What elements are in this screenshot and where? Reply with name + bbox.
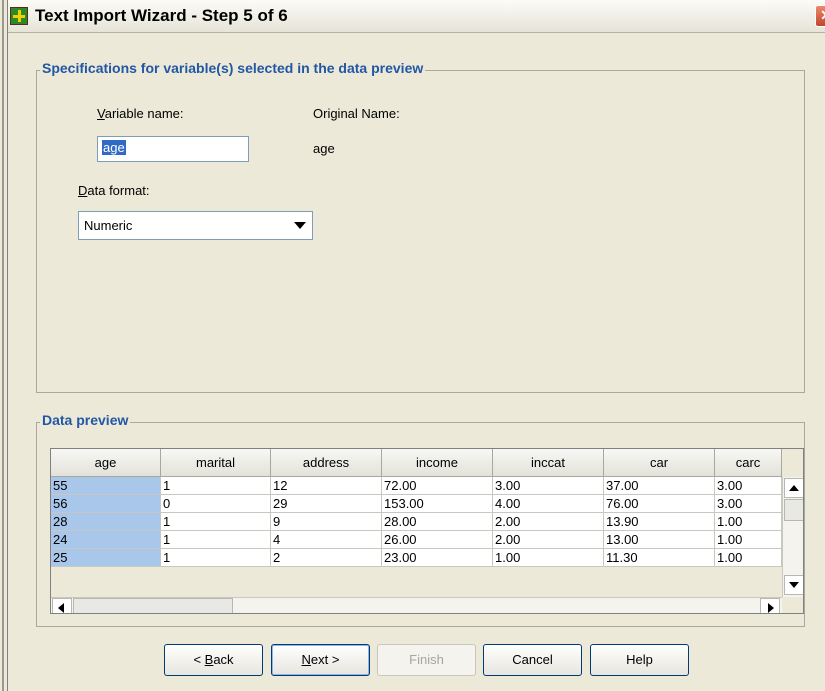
table-cell[interactable]: 12 [271, 477, 382, 495]
table-cell[interactable]: 55 [51, 477, 161, 495]
table-cell[interactable]: 72.00 [382, 477, 493, 495]
data-preview-grid[interactable]: carc car inccat income address marital age 55 1… [50, 448, 804, 614]
scrollbar-corner [782, 597, 803, 613]
table-cell[interactable]: 24 [51, 531, 161, 549]
table-cell[interactable]: 13.00 [604, 531, 715, 549]
column-header-1[interactable]: marital [161, 449, 271, 477]
data-format-value: Numeric [84, 218, 133, 233]
data-preview-legend: Data preview [40, 412, 131, 428]
table-cell[interactable]: 1 [161, 549, 271, 567]
table-cell[interactable]: 4 [271, 531, 382, 549]
table-cell[interactable]: 1.00 [715, 549, 782, 567]
close-icon: ✕ [820, 7, 825, 23]
table-cell[interactable]: 76.00 [604, 495, 715, 513]
window-title: Text Import Wizard - Step 5 of 6 [35, 6, 288, 25]
table-cell[interactable]: 37.00 [604, 477, 715, 495]
app-icon [10, 7, 28, 25]
table-cell[interactable]: 2.00 [493, 513, 604, 531]
table-cell[interactable]: 3.00 [493, 477, 604, 495]
table-cell[interactable]: 0 [161, 495, 271, 513]
vertical-scroll-thumb[interactable] [784, 499, 803, 521]
vertical-scrollbar[interactable] [782, 477, 803, 597]
text-import-wizard-window: Text Import Wizard - Step 5 of 6 ✕ Speci… [0, 0, 825, 691]
cancel-button[interactable]: Cancel [483, 644, 582, 676]
scroll-left-button[interactable] [52, 598, 72, 613]
table-cell[interactable]: 153.00 [382, 495, 493, 513]
finish-button[interactable]: Finish [377, 644, 476, 676]
scroll-up-button[interactable] [784, 478, 803, 498]
next-button[interactable]: Next > [271, 644, 370, 676]
table-cell[interactable]: 13.90 [604, 513, 715, 531]
table-cell[interactable]: 2.00 [493, 531, 604, 549]
original-name-value: age [313, 141, 335, 156]
title-bar[interactable]: Text Import Wizard - Step 5 of 6 ✕ [8, 0, 825, 33]
table-cell[interactable]: 29 [271, 495, 382, 513]
chevron-down-icon [294, 222, 306, 229]
table-cell[interactable]: 1 [161, 531, 271, 549]
original-name-label: Original Name: [313, 106, 400, 121]
table-cell[interactable]: 1.00 [493, 549, 604, 567]
column-header-0[interactable]: age [51, 449, 161, 477]
arrow-up-icon [789, 485, 799, 491]
variable-name-value: age [102, 140, 126, 155]
variable-name-label: Variable name: [97, 106, 184, 121]
help-button[interactable]: Help [590, 644, 689, 676]
arrow-left-icon [58, 603, 64, 613]
column-header-4[interactable]: inccat [493, 449, 604, 477]
table-cell[interactable]: 1 [161, 513, 271, 531]
table-cell[interactable]: 1.00 [715, 531, 782, 549]
table-cell[interactable]: 4.00 [493, 495, 604, 513]
table-cell[interactable]: 11.30 [604, 549, 715, 567]
table-cell[interactable]: 26.00 [382, 531, 493, 549]
variable-name-input[interactable]: age [97, 136, 249, 162]
specifications-legend: Specifications for variable(s) selected … [40, 60, 426, 76]
table-cell[interactable]: 9 [271, 513, 382, 531]
table-cell[interactable]: 2 [271, 549, 382, 567]
table-cell[interactable]: 28.00 [382, 513, 493, 531]
horizontal-scroll-thumb[interactable] [73, 598, 233, 613]
column-header-6[interactable]: carc [715, 449, 782, 477]
close-button[interactable]: ✕ [815, 5, 825, 27]
scroll-down-button[interactable] [784, 575, 803, 595]
horizontal-scrollbar[interactable] [51, 597, 782, 613]
table-cell[interactable]: 1.00 [715, 513, 782, 531]
table-cell[interactable]: 23.00 [382, 549, 493, 567]
table-cell[interactable]: 3.00 [715, 495, 782, 513]
column-header-3[interactable]: income [382, 449, 493, 477]
table-cell[interactable]: 3.00 [715, 477, 782, 495]
scroll-right-button[interactable] [760, 598, 780, 613]
back-button[interactable]: < Back [164, 644, 263, 676]
table-cell[interactable]: 56 [51, 495, 161, 513]
column-header-2[interactable]: address [271, 449, 382, 477]
data-format-label: Data format: [78, 183, 150, 198]
window-left-border [0, 0, 8, 691]
arrow-right-icon [768, 603, 774, 613]
arrow-down-icon [789, 582, 799, 588]
column-header-5[interactable]: car [604, 449, 715, 477]
table-cell[interactable]: 25 [51, 549, 161, 567]
table-cell[interactable]: 1 [161, 477, 271, 495]
table-cell[interactable]: 28 [51, 513, 161, 531]
data-format-select[interactable]: Numeric [78, 211, 313, 240]
